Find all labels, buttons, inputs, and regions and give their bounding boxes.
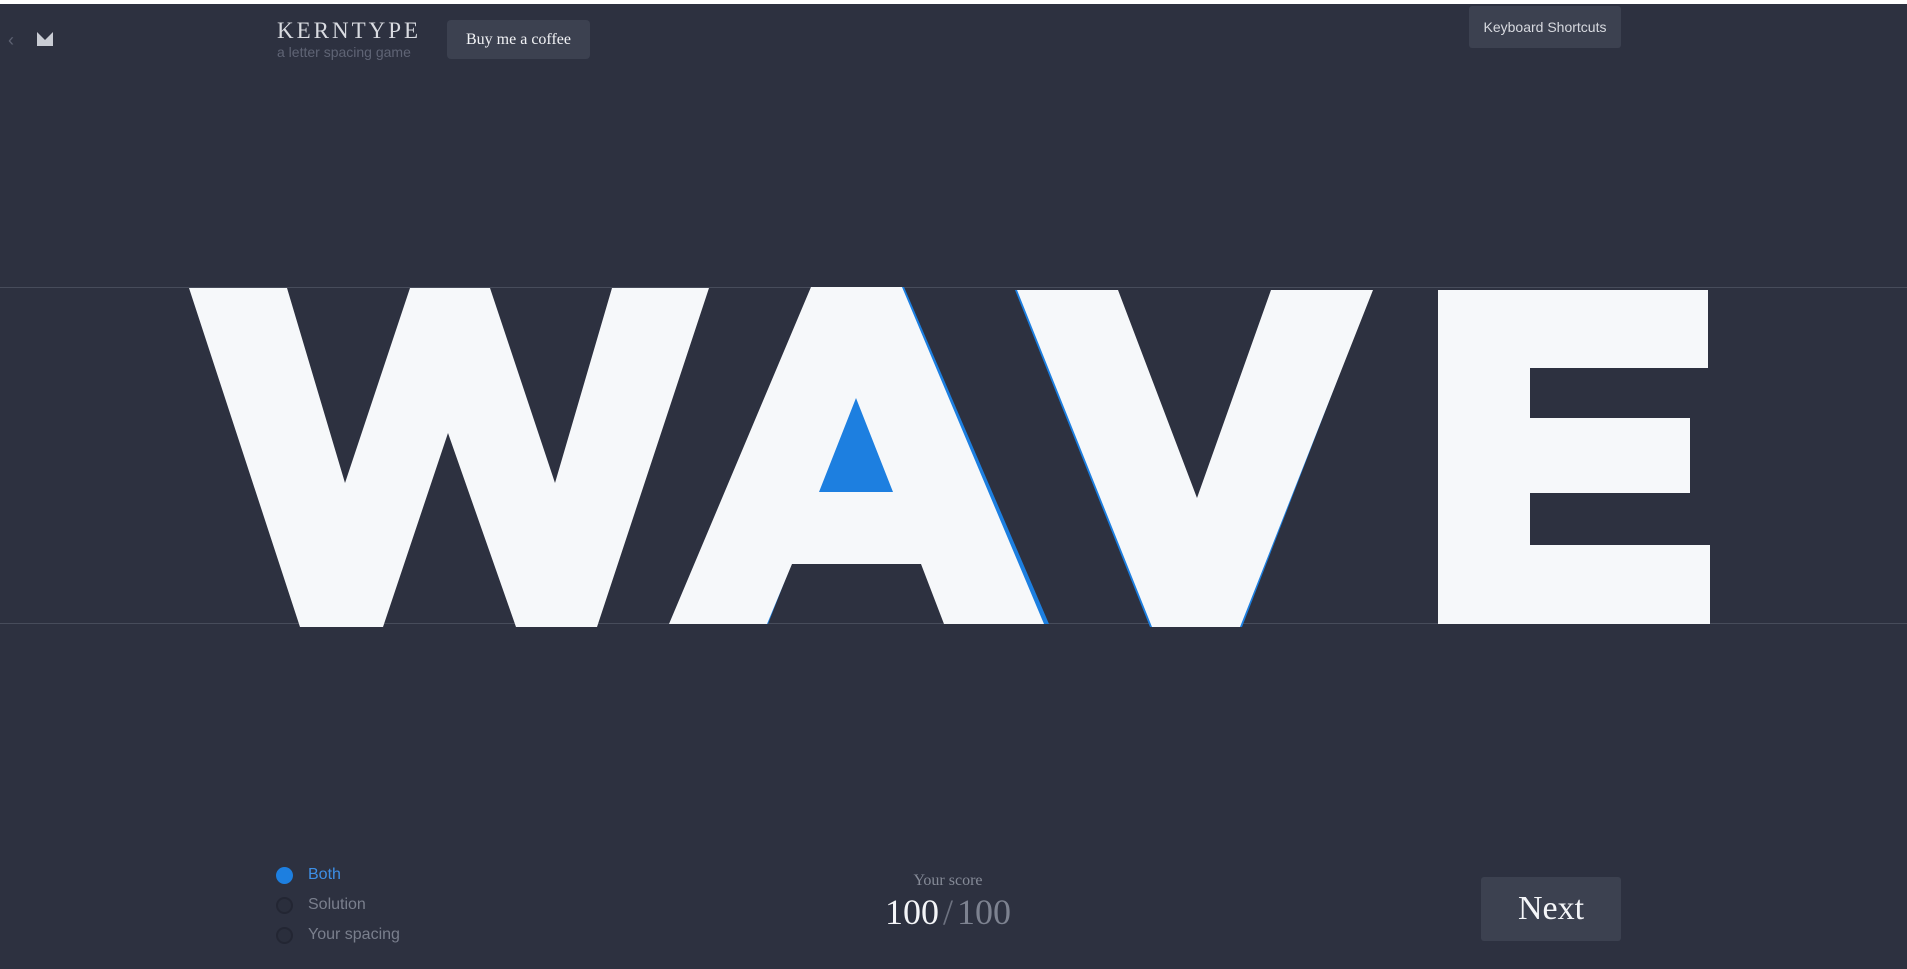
letter-e[interactable] — [1438, 290, 1710, 624]
radio-solution[interactable] — [276, 896, 293, 914]
word-stage — [189, 287, 1710, 627]
option-solution[interactable]: Solution — [276, 890, 400, 920]
score-separator: / — [942, 892, 953, 932]
option-your-spacing-label: Your spacing — [308, 926, 400, 943]
score-label: Your score — [913, 872, 983, 889]
radio-both[interactable] — [276, 866, 293, 884]
radio-your-spacing[interactable] — [276, 926, 293, 944]
view-options: Both Solution Your spacing — [276, 860, 400, 950]
option-both[interactable]: Both — [276, 860, 400, 890]
score-line: 100/100 — [848, 892, 1048, 932]
option-solution-label: Solution — [308, 896, 366, 913]
next-button[interactable]: Next — [1481, 877, 1621, 941]
letter-v[interactable] — [1017, 290, 1373, 627]
score-value: 100 — [884, 892, 939, 932]
option-your-spacing[interactable]: Your spacing — [276, 920, 400, 950]
score-panel: Your score 100/100 — [848, 872, 1048, 932]
letter-w[interactable] — [189, 288, 709, 627]
score-max: 100 — [957, 892, 1011, 932]
option-both-label: Both — [308, 866, 341, 883]
